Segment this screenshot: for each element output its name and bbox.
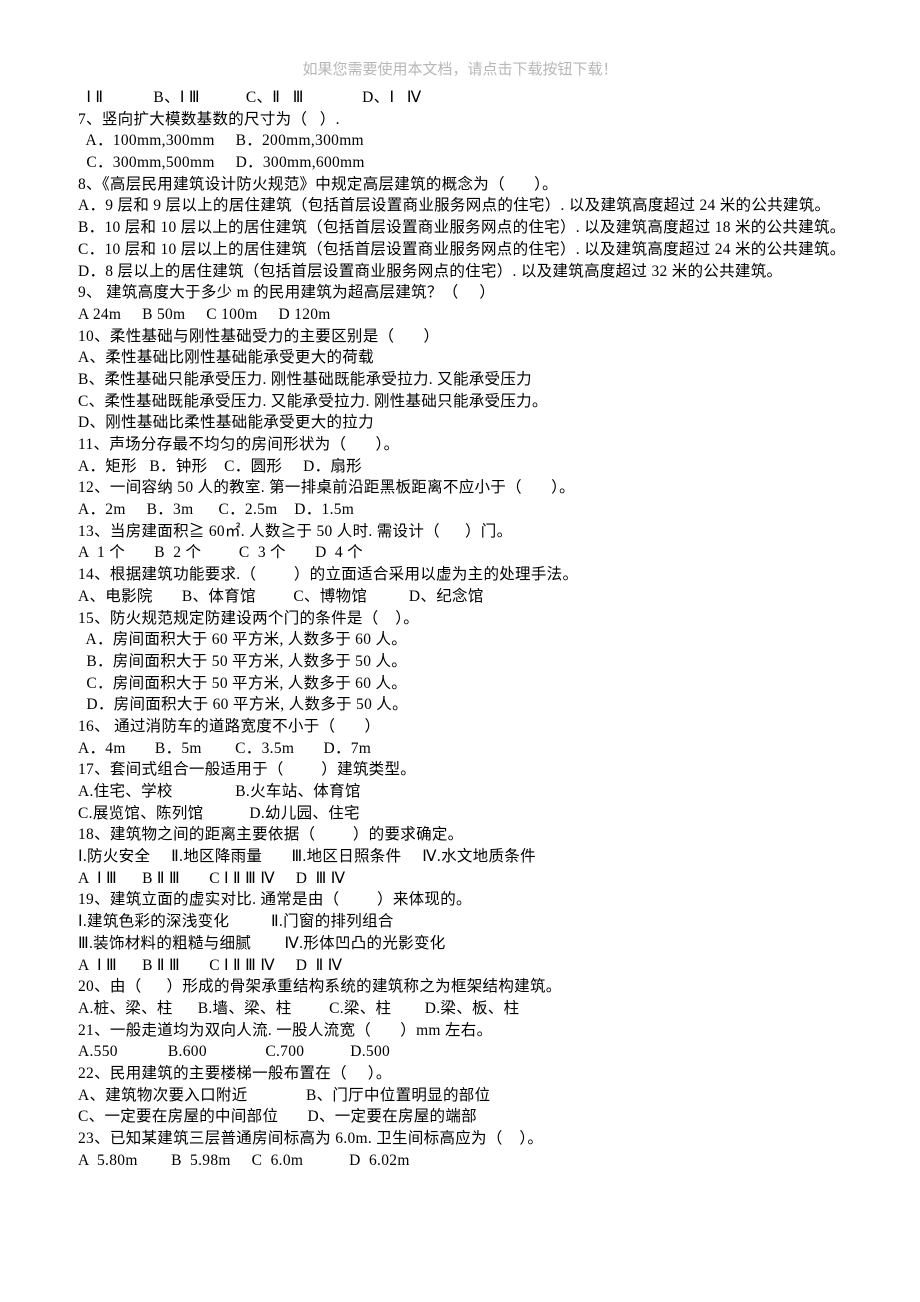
text-line: A 1 个 B 2 个 C 3 个 D 4 个 [78,542,842,564]
text-line: A 5.80m B 5.98m C 6.0m D 6.02m [78,1150,842,1172]
text-line: A．2m B．3m C．2.5m D．1.5m [78,499,842,521]
text-line: D．8 层以上的居住建筑（包括首层设置商业服务网点的住宅）. 以及建筑高度超过 … [78,261,842,283]
text-line: 21、一般走道均为双向人流. 一股人流宽（ ）mm 左右。 [78,1020,842,1042]
text-line: A、柔性基础比刚性基础能承受更大的荷载 [78,347,842,369]
text-line: A．矩形 B．钟形 C．圆形 D．扇形 [78,456,842,478]
text-line: 15、防火规范规定防建设两个门的条件是（ ）。 [78,608,842,630]
text-line: A、电影院 B、体育馆 C、博物馆 D、纪念馆 [78,586,842,608]
text-line: 12、一间容纳 50 人的教室. 第一排桌前沿距黑板距离不应小于（ ）。 [78,477,842,499]
text-line: A.住宅、学校 B.火车站、体育馆 [78,781,842,803]
text-line: C、一定要在房屋的中间部位 D、一定要在房屋的端部 [78,1106,842,1128]
text-line: C．10 层和 10 层以上的居住建筑（包括首层设置商业服务网点的住宅）. 以及… [78,239,842,261]
text-line: A.550 B.600 C.700 D.500 [78,1041,842,1063]
text-line: 8、《高层民用建筑设计防火规范》中规定高层建筑的概念为（ ）。 [78,174,842,196]
text-line: 22、民用建筑的主要楼梯一般布置在（ ）。 [78,1063,842,1085]
text-line: 13、当房建面积≧ 60㎡. 人数≧于 50 人时. 需设计（ ）门。 [78,521,842,543]
text-line: Ⅰ.建筑色彩的深浅变化 Ⅱ.门窗的排列组合 [78,911,842,933]
text-line: 10、柔性基础与刚性基础受力的主要区别是（ ） [78,326,842,348]
text-line: B．房间面积大于 50 平方米, 人数多于 50 人。 [78,651,842,673]
text-line: 16、 通过消防车的道路宽度不小于（ ） [78,716,842,738]
text-line: A．4m B．5m C．3.5m D．7m [78,738,842,760]
text-line: A．房间面积大于 60 平方米, 人数多于 60 人。 [78,629,842,651]
text-line: 23、已知某建筑三层普通房间标高为 6.0m. 卫生间标高应为（ ）。 [78,1128,842,1150]
text-line: C．房间面积大于 50 平方米, 人数多于 60 人。 [78,673,842,695]
text-line: Ⅰ.防火安全 Ⅱ.地区降雨量 Ⅲ.地区日照条件 Ⅳ.水文地质条件 [78,846,842,868]
text-line: 18、建筑物之间的距离主要依据（ ）的要求确定。 [78,824,842,846]
text-line: 7、竖向扩大模数基数的尺寸为（ ）. [78,109,842,131]
text-line: Ⅲ.装饰材料的粗糙与细腻 Ⅳ.形体凹凸的光影变化 [78,933,842,955]
document-page: 如果您需要使用本文档，请点击下载按钮下载！ Ⅰ Ⅱ B、Ⅰ Ⅲ C、Ⅱ Ⅲ D、… [0,0,920,1231]
text-line: 20、由（ ）形成的骨架承重结构系统的建筑称之为框架结构建筑。 [78,976,842,998]
text-line: 9、 建筑高度大于多少 m 的民用建筑为超高层建筑？（ ） [78,282,842,304]
text-line: A Ⅰ Ⅲ B Ⅱ Ⅲ C Ⅰ Ⅱ Ⅲ Ⅳ D Ⅲ Ⅳ [78,868,842,890]
header-note: 如果您需要使用本文档，请点击下载按钮下载！ [78,60,842,81]
text-line: B、柔性基础只能承受压力. 刚性基础既能承受拉力. 又能承受压力 [78,369,842,391]
text-line: C、柔性基础既能承受压力. 又能承受拉力. 刚性基础只能承受压力。 [78,391,842,413]
text-line: D、刚性基础比柔性基础能承受更大的拉力 [78,412,842,434]
text-line: A．9 层和 9 层以上的居住建筑（包括首层设置商业服务网点的住宅）. 以及建筑… [78,195,842,217]
text-line: A、建筑物次要入口附近 B、门厅中位置明显的部位 [78,1085,842,1107]
text-line: 11、声场分存最不均匀的房间形状为（ ）。 [78,434,842,456]
text-line: A 24m B 50m C 100m D 120m [78,304,842,326]
text-line: 17、套间式组合一般适用于（ ）建筑类型。 [78,759,842,781]
text-line: 19、建筑立面的虚实对比. 通常是由（ ）来体现的。 [78,889,842,911]
document-body: Ⅰ Ⅱ B、Ⅰ Ⅲ C、Ⅱ Ⅲ D、Ⅰ Ⅳ7、竖向扩大模数基数的尺寸为（ ）. … [78,87,842,1171]
text-line: A.桩、梁、柱 B.墙、梁、柱 C.梁、柱 D.梁、板、柱 [78,998,842,1020]
text-line: Ⅰ Ⅱ B、Ⅰ Ⅲ C、Ⅱ Ⅲ D、Ⅰ Ⅳ [78,87,842,109]
text-line: 14、根据建筑功能要求.（ ）的立面适合采用以虚为主的处理手法。 [78,564,842,586]
text-line: D．房间面积大于 60 平方米, 人数多于 50 人。 [78,694,842,716]
text-line: B．10 层和 10 层以上的居住建筑（包括首层设置商业服务网点的住宅）. 以及… [78,217,842,239]
text-line: A．100mm,300mm B．200mm,300mm [78,130,842,152]
text-line: C.展览馆、陈列馆 D.幼儿园、住宅 [78,803,842,825]
text-line: A Ⅰ Ⅲ B Ⅱ Ⅲ C Ⅰ Ⅱ Ⅲ Ⅳ D Ⅱ Ⅳ [78,955,842,977]
text-line: C．300mm,500mm D．300mm,600mm [78,152,842,174]
